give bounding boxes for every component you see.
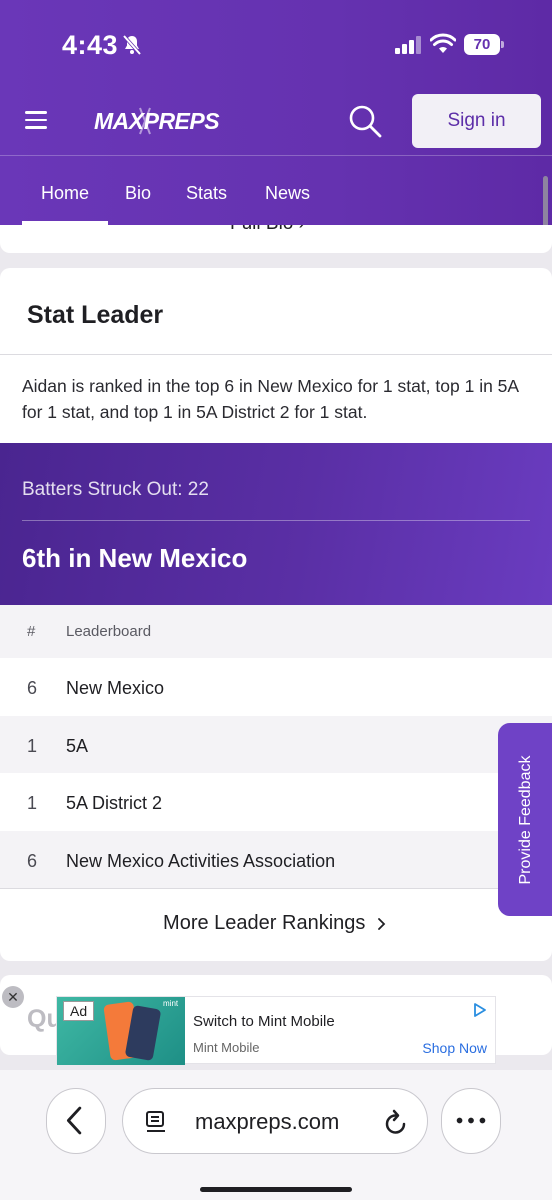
stat-leader-card: Stat Leader Aidan is ranked in the top 6… — [0, 268, 552, 961]
ad-title: Switch to Mint Mobile — [193, 1013, 335, 1030]
address-bar[interactable]: maxpreps.com — [122, 1088, 428, 1154]
ad-brand-mark: mint — [163, 999, 179, 1008]
row-leaderboard: New Mexico Activities Association — [66, 850, 336, 871]
ad-image: Ad mint — [57, 997, 185, 1065]
page-menu-icon[interactable] — [145, 1110, 167, 1134]
table-row[interactable]: 6 New Mexico — [0, 658, 552, 716]
search-icon[interactable] — [348, 104, 382, 138]
more-dots-icon — [456, 1117, 486, 1124]
leaderboard-table: # Leaderboard 6 New Mexico 1 5A 1 5A Dis… — [0, 605, 552, 889]
maxpreps-logo[interactable]: MAXPREPS — [92, 104, 220, 138]
table-row[interactable]: 6 New Mexico Activities Association — [0, 830, 552, 888]
column-header-leaderboard: Leaderboard — [66, 623, 152, 640]
ad-banner[interactable]: Ad mint Switch to Mint Mobile Mint Mobil… — [56, 996, 496, 1065]
stat-highlight-banner: Batters Struck Out: 22 6th in New Mexico — [0, 443, 552, 605]
more-leader-rankings-link[interactable]: More Leader Rankings — [0, 912, 552, 935]
rank-line: 6th in New Mexico — [22, 543, 248, 573]
more-link-label: More Leader Rankings — [163, 912, 366, 934]
column-header-rank: # — [27, 623, 36, 640]
silent-bell-icon — [122, 34, 142, 56]
logo-text: MAXPREPS — [94, 108, 220, 134]
card-title: Stat Leader — [27, 301, 164, 329]
table-row[interactable]: 1 5A — [0, 715, 552, 773]
row-rank: 6 — [27, 678, 38, 698]
chevron-left-icon — [66, 1106, 82, 1135]
tab-home[interactable]: Home — [22, 170, 108, 225]
battery-level: 70 — [464, 34, 500, 55]
status-bar: 4:43 70 — [0, 0, 552, 88]
tab-stats[interactable]: Stats — [186, 170, 227, 225]
stat-line: Batters Struck Out: 22 — [22, 479, 209, 500]
sign-in-button[interactable]: Sign in — [412, 94, 541, 148]
ranking-summary: Aidan is ranked in the top 6 in New Mexi… — [22, 376, 519, 422]
ad-close-icon[interactable]: ✕ — [2, 986, 24, 1008]
home-indicator[interactable] — [200, 1187, 352, 1192]
row-rank: 6 — [27, 850, 38, 871]
tab-news[interactable]: News — [265, 170, 310, 225]
row-leaderboard: 5A District 2 — [66, 793, 163, 813]
bio-card-bottom: Full Bio › — [0, 225, 552, 253]
row-rank: 1 — [27, 793, 38, 813]
status-time: 4:43 — [62, 30, 119, 60]
tab-bio[interactable]: Bio — [125, 170, 151, 225]
table-row[interactable]: 1 5A District 2 — [0, 773, 552, 831]
more-options-button[interactable] — [441, 1088, 501, 1154]
app-header: 4:43 70 MAXPREPS Sign in Home Bio Stats … — [0, 0, 552, 225]
browser-toolbar: maxpreps.com — [0, 1070, 552, 1200]
back-button[interactable] — [46, 1088, 106, 1154]
row-leaderboard: New Mexico — [66, 678, 165, 698]
table-header: # Leaderboard — [0, 605, 552, 658]
adchoices-icon[interactable] — [473, 1003, 487, 1017]
feedback-label: Provide Feedback — [517, 755, 534, 884]
row-rank: 1 — [27, 735, 38, 756]
url-text: maxpreps.com — [195, 1109, 340, 1134]
menu-icon[interactable] — [25, 111, 47, 129]
chevron-right-icon — [378, 917, 386, 930]
ad-advertiser: Mint Mobile — [193, 1040, 260, 1055]
ad-shop-now-button[interactable]: Shop Now — [422, 1040, 487, 1056]
cellular-signal-icon — [395, 36, 421, 54]
full-bio-link[interactable]: Full Bio › — [230, 225, 305, 235]
ad-label: Ad — [63, 1001, 95, 1021]
reload-icon[interactable] — [383, 1108, 409, 1136]
battery-indicator: 70 — [464, 34, 504, 55]
row-leaderboard: 5A — [66, 735, 89, 756]
provide-feedback-tab[interactable]: Provide Feedback — [498, 723, 552, 916]
wifi-icon — [430, 33, 456, 53]
